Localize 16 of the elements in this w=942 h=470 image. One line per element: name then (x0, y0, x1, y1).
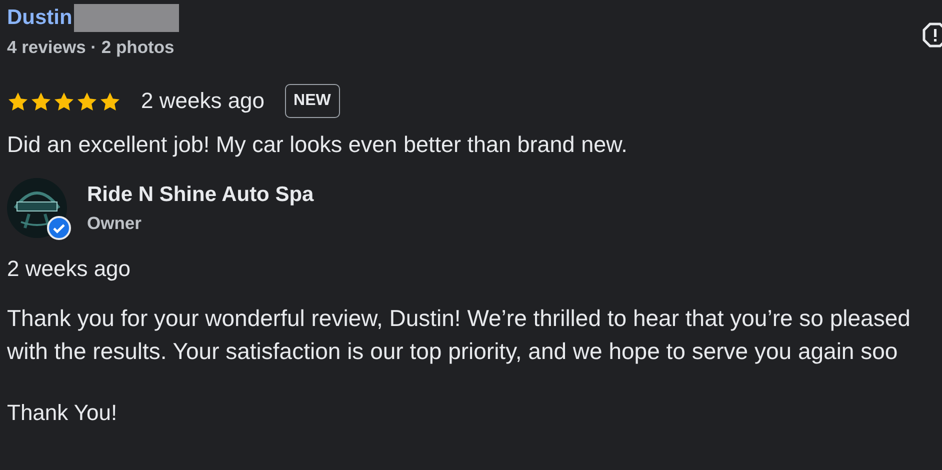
reviewer-name[interactable]: Dustin (7, 6, 72, 30)
review-text: Did an excellent job! My car looks even better than brand new. (7, 132, 628, 158)
star-icon (53, 90, 75, 112)
reply-time: 2 weeks ago (7, 256, 132, 282)
star-icon (30, 90, 52, 112)
new-badge: NEW (284, 84, 340, 118)
owner-name: Ride N Shine Auto Spa (87, 182, 314, 206)
review-time: 2 weeks ago (141, 88, 265, 114)
reply-closing: Thank You! (7, 400, 118, 426)
star-icon (99, 90, 121, 112)
owner-role: Owner (87, 212, 142, 234)
star-icon (76, 90, 98, 112)
reply-text: Thank you for your wonderful review, Dustin! We’re thrilled to hear that you’re so pleased with the results. Your satisfaction is our top priority, and we hope to serve you again soo (7, 304, 912, 366)
report-icon[interactable] (922, 22, 942, 48)
star-icon (7, 90, 29, 112)
reviewer-stats: 4 reviews · 2 photos (7, 37, 176, 58)
